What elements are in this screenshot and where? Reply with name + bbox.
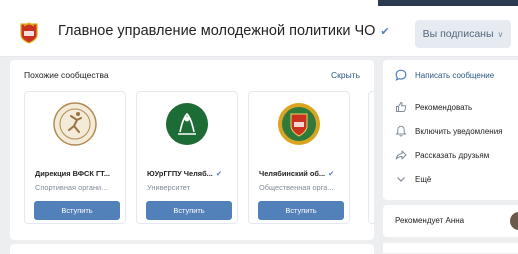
community-name-text: Дирекция ВФСК ГТ... <box>35 169 110 178</box>
community-description: Общественная орга... <box>259 183 334 192</box>
subscribed-label: Вы подписаны <box>422 28 494 40</box>
community-name[interactable]: ЮУрГГПУ Челяб... ✔ <box>147 169 233 178</box>
message-icon <box>395 69 407 81</box>
community-name-text: ЮУрГГПУ Челяб... <box>147 169 213 178</box>
similar-communities-panel: Похожие сообщества Скрыть Дирекция ВФСК … <box>10 60 374 240</box>
community-card[interactable]: ЮУрГГПУ Челяб... ✔ Университет Вступить <box>136 91 238 224</box>
gto-emblem-icon <box>53 102 97 146</box>
similar-communities-title: Похожие сообщества <box>24 70 109 80</box>
community-name-text: Челябинский об... <box>259 169 326 178</box>
verified-check-icon: ✔ <box>215 169 223 178</box>
university-emblem-icon <box>166 103 208 145</box>
more-button[interactable]: Ещё <box>383 169 518 189</box>
page-title: Главное управление молодежной политики Ч… <box>58 23 390 39</box>
next-section-right <box>383 243 518 253</box>
share-arrow-icon <box>395 150 407 160</box>
verified-check-icon: ✔ <box>328 169 335 178</box>
community-description: Университет <box>147 183 191 192</box>
chevron-down-icon <box>397 177 405 182</box>
community-card-partial[interactable]: А Г <box>368 91 374 224</box>
next-section-left <box>10 244 374 254</box>
chelyabinsk-crest-icon <box>20 22 38 44</box>
recommend-button[interactable]: Рекомендовать <box>383 97 518 117</box>
join-button[interactable]: Вступить <box>34 201 120 220</box>
send-message-button[interactable]: Написать сообщение <box>383 65 518 85</box>
hide-link[interactable]: Скрыть <box>331 70 360 80</box>
community-card[interactable]: Челябинский об... ✔ Общественная орга... … <box>248 91 350 224</box>
recommend-label: Рекомендовать <box>415 102 473 112</box>
community-card[interactable]: Дирекция ВФСК ГТ... Спортивная органи...… <box>24 91 126 224</box>
group-header: Главное управление молодежной политики Ч… <box>0 6 518 57</box>
share-button[interactable]: Рассказать друзьям <box>383 145 518 165</box>
bell-icon <box>395 125 407 137</box>
avatar[interactable] <box>510 212 518 230</box>
enable-notifications-button[interactable]: Включить уведомления <box>383 121 518 141</box>
enable-notifications-label: Включить уведомления <box>415 126 503 136</box>
send-message-label: Написать сообщение <box>415 70 495 80</box>
verified-check-icon: ✔ <box>380 26 390 38</box>
join-button[interactable]: Вступить <box>146 201 232 220</box>
chevron-down-icon: ∨ <box>497 29 504 39</box>
regional-crest-icon <box>278 103 320 145</box>
recommended-by-label: Рекомендует Анна <box>395 216 465 225</box>
share-label: Рассказать друзьям <box>415 150 490 160</box>
community-name[interactable]: Челябинский об... ✔ <box>259 169 345 178</box>
thumbs-up-icon <box>396 101 407 112</box>
community-name[interactable]: Дирекция ВФСК ГТ... <box>35 169 121 178</box>
page-title-text: Главное управление молодежной политики Ч… <box>58 23 376 39</box>
recommended-by-panel: Рекомендует Анна <box>383 205 518 237</box>
more-label: Ещё <box>415 174 432 184</box>
join-button[interactable]: Вступить <box>258 201 344 220</box>
community-description: Спортивная органи... <box>35 183 108 192</box>
actions-panel: Написать сообщение Рекомендовать Включит… <box>383 60 518 200</box>
subscribed-button[interactable]: Вы подписаны ∨ <box>415 20 511 48</box>
